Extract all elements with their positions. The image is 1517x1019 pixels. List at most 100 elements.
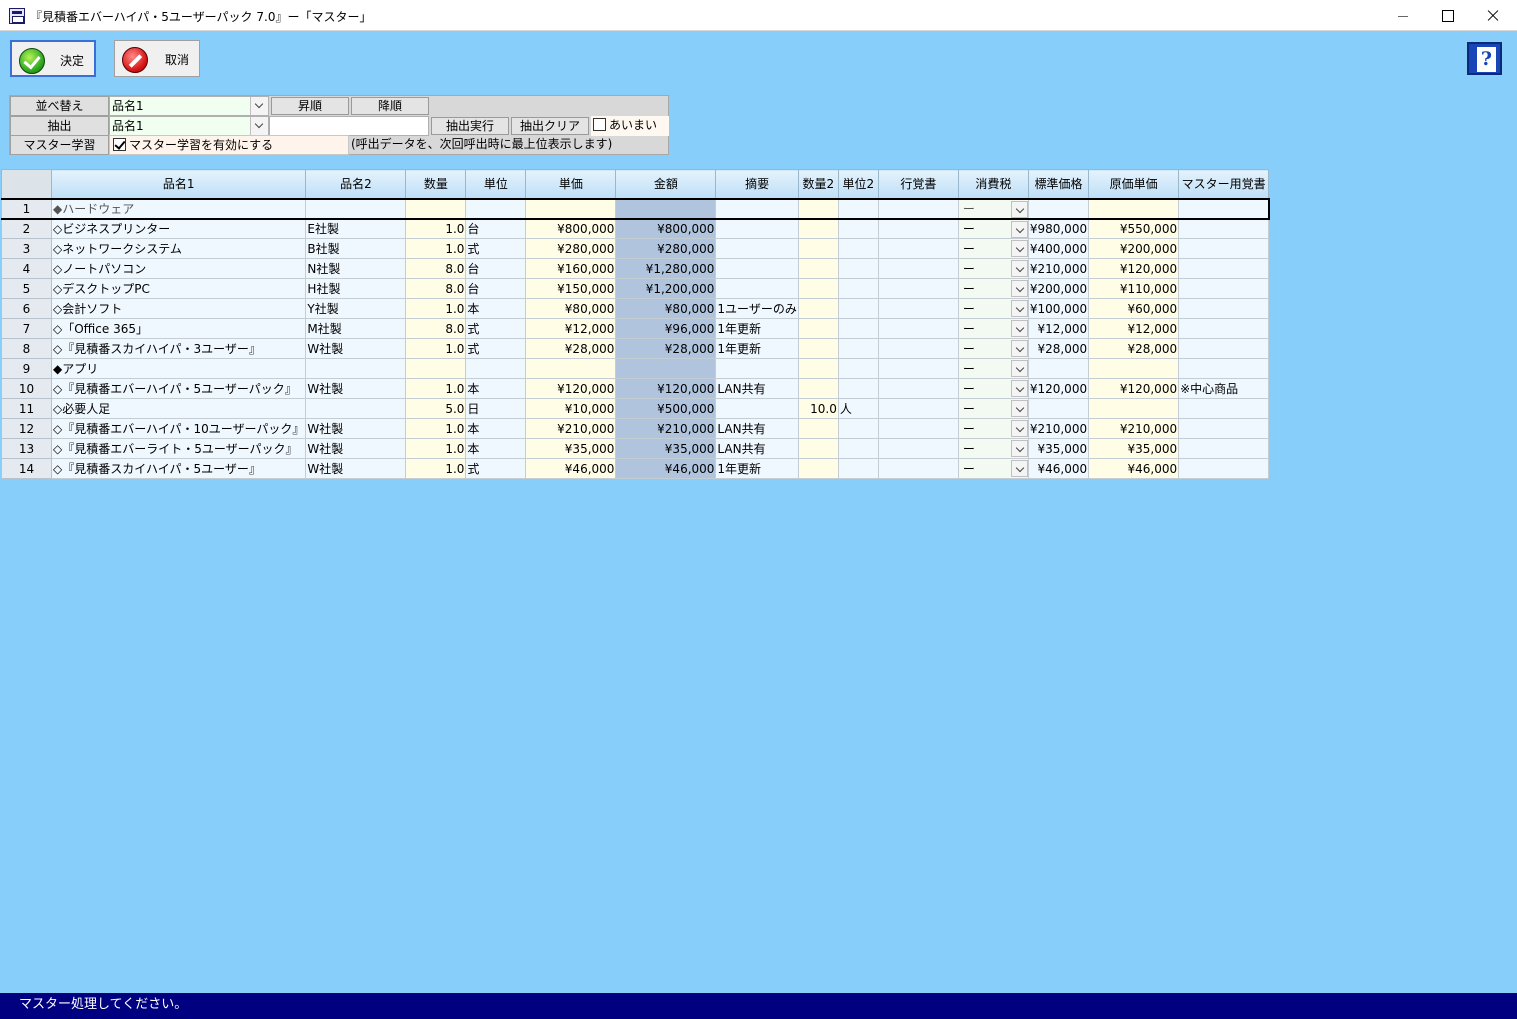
tax-cell[interactable]: ー (957, 197, 1029, 220)
standard-price-cell[interactable]: ¥100,000 (1027, 298, 1090, 319)
unit-cell[interactable]: 式 (465, 458, 527, 479)
summary-cell[interactable] (715, 278, 799, 299)
tax-cell[interactable]: ー (957, 338, 1029, 359)
master-note-cell[interactable] (1178, 398, 1270, 419)
table-row[interactable]: 10 ◇『見積番エバーハイパ・5ユーザーパック』 W社製 1.0 本 ¥120,000 ¥1… (1, 378, 1270, 399)
quantity-cell[interactable]: 1.0 (405, 458, 467, 479)
chevron-down-icon[interactable] (1010, 260, 1028, 277)
master-note-cell[interactable] (1178, 218, 1270, 239)
amount-cell[interactable]: ¥80,000 (615, 298, 717, 319)
fuzzy-match-checkbox[interactable]: あいまい (591, 116, 669, 136)
chevron-down-icon[interactable] (250, 117, 268, 135)
cost-price-cell[interactable]: ¥120,000 (1088, 258, 1180, 279)
standard-price-cell[interactable] (1027, 358, 1090, 379)
unit2-cell[interactable] (837, 338, 879, 359)
unit-cell[interactable]: 式 (465, 338, 527, 359)
column-header[interactable]: 数量 (405, 169, 467, 199)
master-note-cell[interactable] (1178, 298, 1270, 319)
tax-cell[interactable]: ー (957, 458, 1029, 479)
table-row[interactable]: 14 ◇『見積番スカイハイパ・5ユーザー』 W社製 1.0 式 ¥46,000 ¥46,00… (1, 458, 1270, 479)
sort-field-select[interactable]: 品名1 (109, 96, 269, 116)
standard-price-cell[interactable]: ¥120,000 (1027, 378, 1090, 399)
unit2-cell[interactable] (837, 438, 879, 459)
quantity-cell[interactable]: 8.0 (405, 278, 467, 299)
table-row[interactable]: 4 ◇ノートパソコン N社製 8.0 台 ¥160,000 ¥1,280,000 ー ¥210,… (1, 258, 1270, 279)
product-name2-cell[interactable] (305, 398, 407, 419)
column-header[interactable]: 原価単価 (1088, 169, 1180, 199)
unit-price-cell[interactable]: ¥35,000 (525, 438, 617, 459)
unit-cell[interactable]: 式 (465, 238, 527, 259)
chevron-down-icon[interactable] (1010, 300, 1028, 317)
cost-price-cell[interactable]: ¥60,000 (1088, 298, 1180, 319)
line-note-cell[interactable] (877, 358, 959, 379)
amount-cell[interactable]: ¥46,000 (615, 458, 717, 479)
unit2-cell[interactable] (837, 258, 879, 279)
quantity2-cell[interactable] (797, 338, 839, 359)
quantity-cell[interactable]: 1.0 (405, 418, 467, 439)
chevron-down-icon[interactable] (1010, 380, 1028, 397)
amount-cell[interactable]: ¥210,000 (615, 418, 717, 439)
quantity-cell[interactable] (405, 197, 467, 220)
line-note-cell[interactable] (877, 338, 959, 359)
grid-corner[interactable] (1, 169, 52, 199)
unit-price-cell[interactable]: ¥80,000 (525, 298, 617, 319)
column-header[interactable]: 金額 (615, 169, 717, 199)
unit-price-cell[interactable]: ¥280,000 (525, 238, 617, 259)
cost-price-cell[interactable]: ¥120,000 (1088, 378, 1180, 399)
tax-cell[interactable]: ー (957, 398, 1029, 419)
tax-cell[interactable]: ー (957, 218, 1029, 239)
cancel-button[interactable]: 取消 (114, 40, 200, 77)
quantity-cell[interactable]: 1.0 (405, 218, 467, 239)
column-header[interactable]: 単位 (465, 169, 527, 199)
summary-cell[interactable] (715, 398, 799, 419)
unit-price-cell[interactable]: ¥800,000 (525, 218, 617, 239)
summary-cell[interactable]: LAN共有 (715, 378, 799, 399)
column-header[interactable]: 数量2 (797, 169, 839, 199)
amount-cell[interactable] (615, 197, 717, 220)
chevron-down-icon[interactable] (1010, 220, 1028, 238)
amount-cell[interactable]: ¥1,280,000 (615, 258, 717, 279)
master-note-cell[interactable] (1178, 238, 1270, 259)
chevron-down-icon[interactable] (1010, 280, 1028, 297)
cost-price-cell[interactable]: ¥28,000 (1088, 338, 1180, 359)
tax-cell[interactable]: ー (957, 298, 1029, 319)
unit2-cell[interactable] (837, 238, 879, 259)
cost-price-cell[interactable]: ¥35,000 (1088, 438, 1180, 459)
column-header[interactable]: 単位2 (837, 169, 879, 199)
product-name-cell[interactable]: ◇ノートパソコン (50, 258, 307, 279)
cost-price-cell[interactable]: ¥110,000 (1088, 278, 1180, 299)
quantity-cell[interactable]: 5.0 (405, 398, 467, 419)
product-name2-cell[interactable]: W社製 (305, 418, 407, 439)
product-name-cell[interactable]: ◇『見積番エバーハイパ・10ユーザーパック』 (50, 418, 307, 439)
unit-cell[interactable]: 台 (465, 218, 527, 239)
product-name2-cell[interactable]: N社製 (305, 258, 407, 279)
product-name-cell[interactable]: ◇必要人足 (50, 398, 307, 419)
column-header[interactable]: 品名2 (305, 169, 407, 199)
tax-cell[interactable]: ー (957, 238, 1029, 259)
tax-cell[interactable]: ー (957, 358, 1029, 379)
line-note-cell[interactable] (877, 378, 959, 399)
quantity2-cell[interactable] (797, 378, 839, 399)
product-name-cell[interactable]: ◇『見積番エバーハイパ・5ユーザーパック』 (50, 378, 307, 399)
product-name2-cell[interactable]: W社製 (305, 378, 407, 399)
chevron-down-icon[interactable] (1010, 340, 1028, 357)
summary-cell[interactable] (715, 218, 799, 239)
amount-cell[interactable]: ¥500,000 (615, 398, 717, 419)
amount-cell[interactable]: ¥120,000 (615, 378, 717, 399)
master-note-cell[interactable] (1178, 278, 1270, 299)
unit-cell[interactable]: 本 (465, 378, 527, 399)
master-note-cell[interactable] (1178, 318, 1270, 339)
quantity2-cell[interactable] (797, 218, 839, 239)
column-header[interactable]: 消費税 (957, 169, 1029, 199)
amount-cell[interactable]: ¥800,000 (615, 218, 717, 239)
filter-execute-button[interactable]: 抽出実行 (431, 117, 509, 135)
quantity-cell[interactable]: 8.0 (405, 258, 467, 279)
product-name-cell[interactable]: ◆アプリ (50, 358, 307, 379)
product-name-cell[interactable]: ◇『見積番スカイハイパ・3ユーザー』 (50, 338, 307, 359)
summary-cell[interactable]: LAN共有 (715, 418, 799, 439)
maximize-button[interactable] (1424, 0, 1470, 31)
column-header[interactable]: 摘要 (715, 169, 799, 199)
standard-price-cell[interactable]: ¥28,000 (1027, 338, 1090, 359)
quantity2-cell[interactable] (797, 238, 839, 259)
quantity-cell[interactable]: 1.0 (405, 338, 467, 359)
